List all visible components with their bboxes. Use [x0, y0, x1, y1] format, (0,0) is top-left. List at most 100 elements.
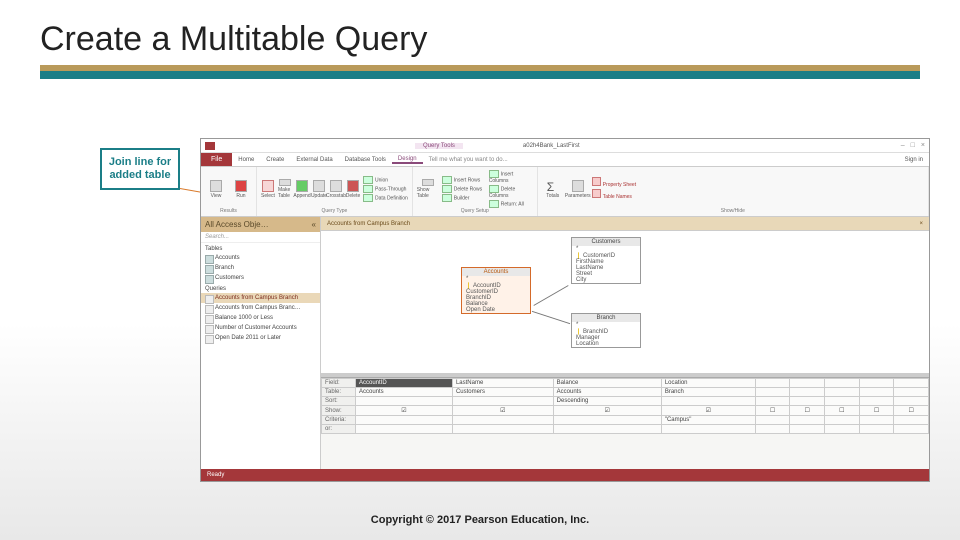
grid-cell[interactable]: [894, 397, 929, 406]
grid-cell[interactable]: Accounts: [356, 388, 453, 397]
grid-cell[interactable]: ☐: [755, 406, 790, 416]
document-tab[interactable]: Accounts from Campus Branch×: [321, 217, 929, 231]
col-ops[interactable]: Insert Columns Delete Columns Return: Al…: [489, 170, 533, 208]
nav-query-item[interactable]: Balance 1000 or Less: [201, 313, 320, 323]
grid-cell[interactable]: ☐: [790, 406, 825, 416]
nav-table-branch[interactable]: Branch: [201, 263, 320, 273]
query-type-side[interactable]: Union Pass-Through Data Definition: [363, 176, 408, 202]
grid-cell[interactable]: [356, 425, 453, 434]
grid-cell[interactable]: [755, 425, 790, 434]
grid-cell[interactable]: Accounts: [553, 388, 661, 397]
nav-query-selected[interactable]: Accounts from Campus Branch: [201, 293, 320, 303]
grid-cell[interactable]: [790, 388, 825, 397]
grid-cell[interactable]: [452, 397, 553, 406]
show-table-button[interactable]: Show Table: [417, 179, 439, 199]
nav-table-customers[interactable]: Customers: [201, 273, 320, 283]
close-icon[interactable]: ×: [921, 142, 925, 149]
grid-cell[interactable]: ☑: [356, 406, 453, 416]
grid-cell[interactable]: [790, 416, 825, 425]
nav-query-item[interactable]: Open Date 2011 or Later: [201, 333, 320, 343]
totals-button[interactable]: ΣTotals: [542, 179, 564, 199]
grid-cell[interactable]: [790, 379, 825, 388]
tab-design[interactable]: Design: [392, 156, 423, 164]
grid-cell[interactable]: Balance: [553, 379, 661, 388]
grid-cell[interactable]: [825, 379, 860, 388]
grid-cell[interactable]: [790, 425, 825, 434]
row-ops[interactable]: Insert Rows Delete Rows Builder: [442, 176, 486, 202]
grid-cell[interactable]: [859, 397, 894, 406]
field[interactable]: Location: [572, 341, 640, 347]
tab-database-tools[interactable]: Database Tools: [339, 157, 392, 163]
grid-cell[interactable]: [894, 425, 929, 434]
grid-cell[interactable]: [859, 388, 894, 397]
grid-cell[interactable]: Descending: [553, 397, 661, 406]
grid-cell[interactable]: [755, 388, 790, 397]
table-branch[interactable]: Branch * BranchID Manager Location: [571, 313, 641, 348]
grid-cell[interactable]: [825, 416, 860, 425]
grid-cell[interactable]: [755, 416, 790, 425]
nav-table-accounts[interactable]: Accounts: [201, 253, 320, 263]
grid-cell[interactable]: [755, 397, 790, 406]
nav-query-item[interactable]: Number of Customer Accounts: [201, 323, 320, 333]
run-button[interactable]: Run: [230, 179, 252, 199]
minimize-icon[interactable]: –: [901, 142, 905, 149]
nav-group-tables[interactable]: Tables: [201, 243, 320, 253]
grid-cell[interactable]: LastName: [452, 379, 553, 388]
grid-cell[interactable]: [894, 388, 929, 397]
grid-cell[interactable]: ☐: [859, 406, 894, 416]
window-controls[interactable]: – □ ×: [901, 142, 925, 149]
grid-cell[interactable]: Branch: [661, 388, 755, 397]
sign-in-link[interactable]: Sign in: [905, 157, 929, 163]
grid-cell[interactable]: [356, 416, 453, 425]
join-line[interactable]: [532, 311, 570, 324]
grid-cell[interactable]: ☑: [661, 406, 755, 416]
grid-cell[interactable]: [452, 416, 553, 425]
tab-home[interactable]: Home: [232, 157, 260, 163]
field[interactable]: CustomerID: [572, 252, 640, 259]
file-tab[interactable]: File: [201, 153, 232, 166]
field[interactable]: Open Date: [462, 307, 530, 313]
grid-cell[interactable]: [661, 425, 755, 434]
grid-cell[interactable]: "Campus": [661, 416, 755, 425]
view-button[interactable]: View: [205, 179, 227, 199]
grid-cell[interactable]: [553, 416, 661, 425]
grid-cell[interactable]: ☑: [553, 406, 661, 416]
nav-query-item[interactable]: Accounts from Campus Branc…: [201, 303, 320, 313]
table-accounts[interactable]: Accounts * AccountID CustomerID BranchID…: [461, 267, 531, 314]
grid-cell[interactable]: [661, 397, 755, 406]
update-button[interactable]: Update: [312, 179, 326, 199]
grid-cell[interactable]: [356, 397, 453, 406]
crosstab-button[interactable]: Crosstab: [329, 179, 343, 199]
grid-cell[interactable]: Location: [661, 379, 755, 388]
grid-cell[interactable]: [825, 397, 860, 406]
grid-cell[interactable]: [859, 416, 894, 425]
tab-create[interactable]: Create: [260, 157, 290, 163]
field[interactable]: AccountID: [462, 282, 530, 289]
make-table-button[interactable]: Make Table: [278, 179, 292, 199]
field[interactable]: BranchID: [572, 328, 640, 335]
nav-pane-header[interactable]: All Access Obje…«: [201, 217, 320, 232]
nav-group-queries[interactable]: Queries: [201, 283, 320, 293]
append-button[interactable]: Append: [295, 179, 309, 199]
grid-cell[interactable]: ☐: [825, 406, 860, 416]
grid-cell[interactable]: ☑: [452, 406, 553, 416]
grid-cell[interactable]: [894, 379, 929, 388]
table-customers[interactable]: Customers * CustomerID FirstName LastNam…: [571, 237, 641, 284]
tab-external-data[interactable]: External Data: [290, 157, 338, 163]
maximize-icon[interactable]: □: [911, 142, 915, 149]
qbe-grid[interactable]: Field:AccountIDLastNameBalanceLocationTa…: [321, 377, 929, 469]
grid-cell[interactable]: [790, 397, 825, 406]
field[interactable]: City: [572, 277, 640, 283]
relationship-canvas[interactable]: Customers * CustomerID FirstName LastNam…: [321, 231, 929, 377]
chevron-icon[interactable]: «: [312, 220, 316, 229]
grid-cell[interactable]: AccountID: [356, 379, 453, 388]
grid-cell[interactable]: [452, 425, 553, 434]
nav-search-box[interactable]: Search...: [201, 232, 320, 243]
grid-cell[interactable]: [825, 388, 860, 397]
grid-cell[interactable]: [859, 379, 894, 388]
grid-cell[interactable]: [859, 425, 894, 434]
grid-cell[interactable]: [553, 425, 661, 434]
grid-cell[interactable]: [894, 416, 929, 425]
join-line[interactable]: [533, 285, 568, 306]
qbe-table[interactable]: Field:AccountIDLastNameBalanceLocationTa…: [321, 378, 929, 434]
